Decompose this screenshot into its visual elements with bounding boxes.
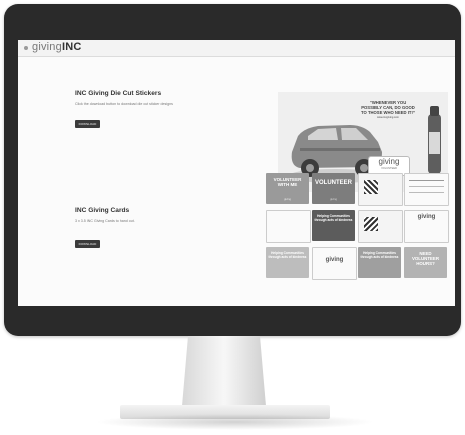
card: NEED VOLUNTEER HOURS? xyxy=(404,247,447,278)
stickers-section-title: INC Giving Die Cut Stickers xyxy=(75,90,162,97)
card xyxy=(266,210,311,243)
cards-section-title: INC Giving Cards xyxy=(75,207,130,214)
browser-screen: givingINC INC Giving Die Cut Stickers Cl… xyxy=(18,40,455,306)
stickers-download-button[interactable]: DOWNLOAD xyxy=(75,120,100,128)
card: giving xyxy=(312,247,357,280)
card-text: NEED VOLUNTEER HOURS? xyxy=(411,251,440,266)
card-text: VOLUNTEER WITH ME xyxy=(273,177,302,187)
card: VOLUNTEER WITH ME giving xyxy=(266,173,309,204)
site-header: givingINC xyxy=(18,40,455,57)
card: Helping Communities through acts of kind… xyxy=(266,247,309,278)
card xyxy=(358,210,403,243)
logo-suffix: INC xyxy=(61,41,82,53)
monitor-frame: givingINC INC Giving Die Cut Stickers Cl… xyxy=(4,4,461,336)
monitor-stand xyxy=(182,336,266,406)
card xyxy=(404,173,449,206)
cards-preview-grid: VOLUNTEER WITH ME giving VOLUNTEER givin… xyxy=(266,173,450,280)
card-text: Helping Communities through acts of kind… xyxy=(268,251,307,259)
card-text: giving xyxy=(325,257,344,263)
cards-download-button[interactable]: DOWNLOAD xyxy=(75,240,100,248)
card-text: Helping Communities through acts of kind… xyxy=(314,214,353,222)
hero-quote: “WHENEVER YOU POSSIBLY CAN, DO GOOD TO T… xyxy=(353,100,423,120)
qr-code-icon xyxy=(364,217,378,231)
badge-logo: giving xyxy=(378,157,400,166)
quote-url: www.incgiving.com xyxy=(377,116,399,119)
badge-sub: VOLUNTEER xyxy=(381,167,397,170)
card-text: Helping Communities through acts of kind… xyxy=(360,251,399,259)
card: giving xyxy=(404,210,449,243)
stickers-section-description: Click the download button to download di… xyxy=(75,102,173,106)
card xyxy=(358,173,403,206)
card-text: VOLUNTEER xyxy=(314,180,352,186)
logo-prefix: giving xyxy=(32,41,62,53)
card: Helping Communities through acts of kind… xyxy=(358,247,401,278)
card: VOLUNTEER giving xyxy=(312,173,355,204)
card-sub: giving xyxy=(330,198,337,201)
card-text: giving xyxy=(417,214,436,220)
site-logo[interactable]: givingINC xyxy=(32,41,82,53)
card: Helping Communities through acts of kind… xyxy=(312,210,355,241)
card-sub: giving xyxy=(284,198,291,201)
stand-shadow xyxy=(95,414,375,430)
cards-section-description: 3 x 3.5 INC Giving Cards to hand out. xyxy=(75,219,135,223)
menu-dot-icon[interactable] xyxy=(24,46,28,50)
qr-code-icon xyxy=(364,180,378,194)
